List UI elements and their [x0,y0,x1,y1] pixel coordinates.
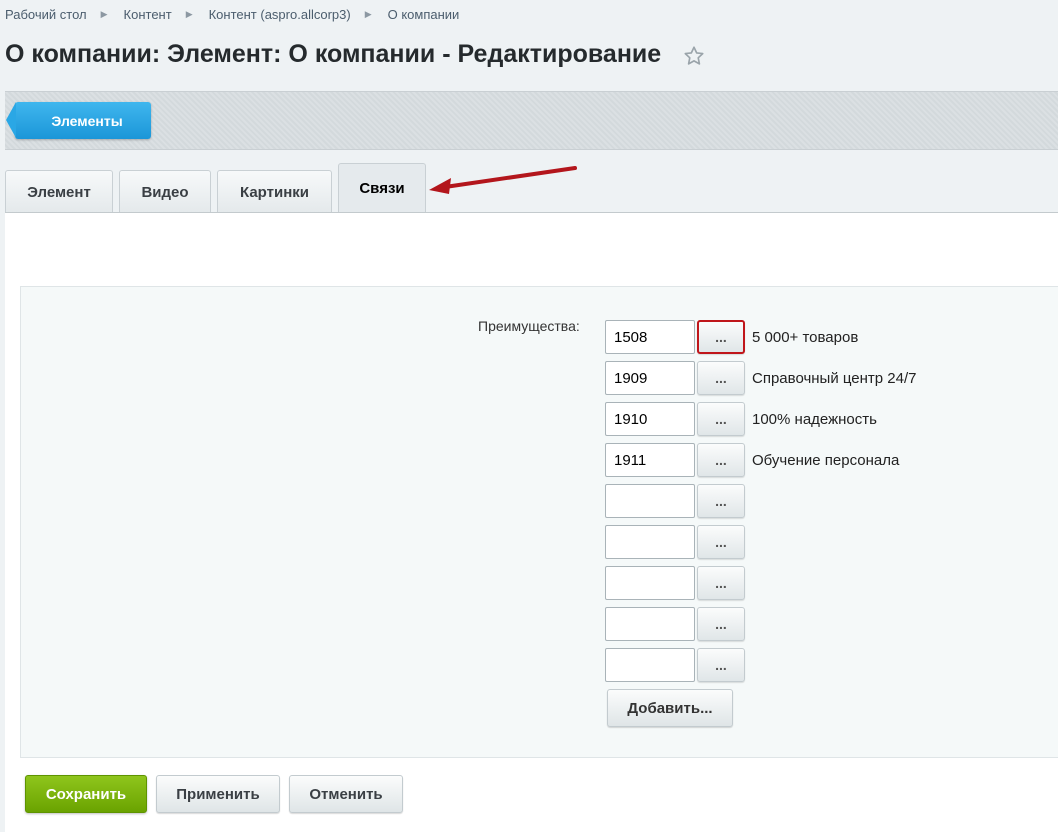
breadcrumb: Рабочий стол ▶ Контент ▶ Контент (aspro.… [5,5,459,23]
link-row: ... [605,484,745,518]
browse-button[interactable]: ... [697,525,745,559]
element-id-input[interactable] [605,361,695,395]
save-button[interactable]: Сохранить [25,775,147,813]
red-arrow-icon [429,166,577,194]
tab-bar: Элемент Видео Картинки Связи [5,163,432,213]
breadcrumb-item-about[interactable]: О компании [388,7,460,22]
link-row: ... [605,607,745,641]
browse-button[interactable]: ... [697,443,745,477]
link-row: ... [605,525,745,559]
links-form: Преимущества: ... 5 000+ товаров ... Спр… [20,286,1058,758]
form-actions: Сохранить Применить Отменить [25,775,412,813]
browse-button[interactable]: ... [697,402,745,436]
browse-button[interactable]: ... [697,484,745,518]
browse-button[interactable]: ... [697,320,745,354]
chevron-right-icon: ▶ [100,8,108,19]
toolbar: Элементы [5,91,1058,150]
linked-element-name: Справочный центр 24/7 [752,369,917,387]
breadcrumb-item-content-aspro[interactable]: Контент (aspro.allcorp3) [209,7,351,22]
element-id-input[interactable] [605,320,695,354]
link-row: ... 5 000+ товаров [605,320,858,354]
element-id-input[interactable] [605,402,695,436]
tab-links[interactable]: Связи [338,163,426,213]
elements-back-button[interactable]: Элементы [6,102,151,139]
linked-element-name: 5 000+ товаров [752,328,859,346]
browse-button[interactable]: ... [697,566,745,600]
tab-content-panel: Преимущества: ... 5 000+ товаров ... Спр… [5,212,1058,832]
field-label-advantages: Преимущества: [478,318,580,334]
breadcrumb-item-desktop[interactable]: Рабочий стол [5,7,87,22]
apply-button[interactable]: Применить [156,775,280,813]
browse-button[interactable]: ... [697,648,745,682]
chevron-right-icon: ▶ [364,8,372,19]
add-more-button[interactable]: Добавить... [607,689,733,727]
tab-video[interactable]: Видео [119,170,211,213]
linked-element-name: 100% надежность [752,410,877,428]
element-id-input[interactable] [605,607,695,641]
link-row: ... Обучение персонала [605,443,899,477]
element-id-input[interactable] [605,566,695,600]
page-title-text: О компании: Элемент: О компании - Редакт… [5,40,662,68]
tab-element[interactable]: Элемент [5,170,113,213]
star-icon[interactable] [683,45,705,67]
link-row: ... 100% надежность [605,402,877,436]
element-id-input[interactable] [605,525,695,559]
element-id-input[interactable] [605,484,695,518]
cancel-button[interactable]: Отменить [289,775,403,813]
link-row: ... Справочный центр 24/7 [605,361,917,395]
element-id-input[interactable] [605,443,695,477]
browse-button[interactable]: ... [697,607,745,641]
link-row: ... [605,648,745,682]
element-id-input[interactable] [605,648,695,682]
browse-button[interactable]: ... [697,361,745,395]
link-row: ... [605,566,745,600]
tab-pictures[interactable]: Картинки [217,170,332,213]
chevron-right-icon: ▶ [185,8,193,19]
breadcrumb-item-content[interactable]: Контент [124,7,172,22]
linked-element-name: Обучение персонала [752,451,900,469]
page-title: О компании: Элемент: О компании - Редакт… [5,40,705,69]
